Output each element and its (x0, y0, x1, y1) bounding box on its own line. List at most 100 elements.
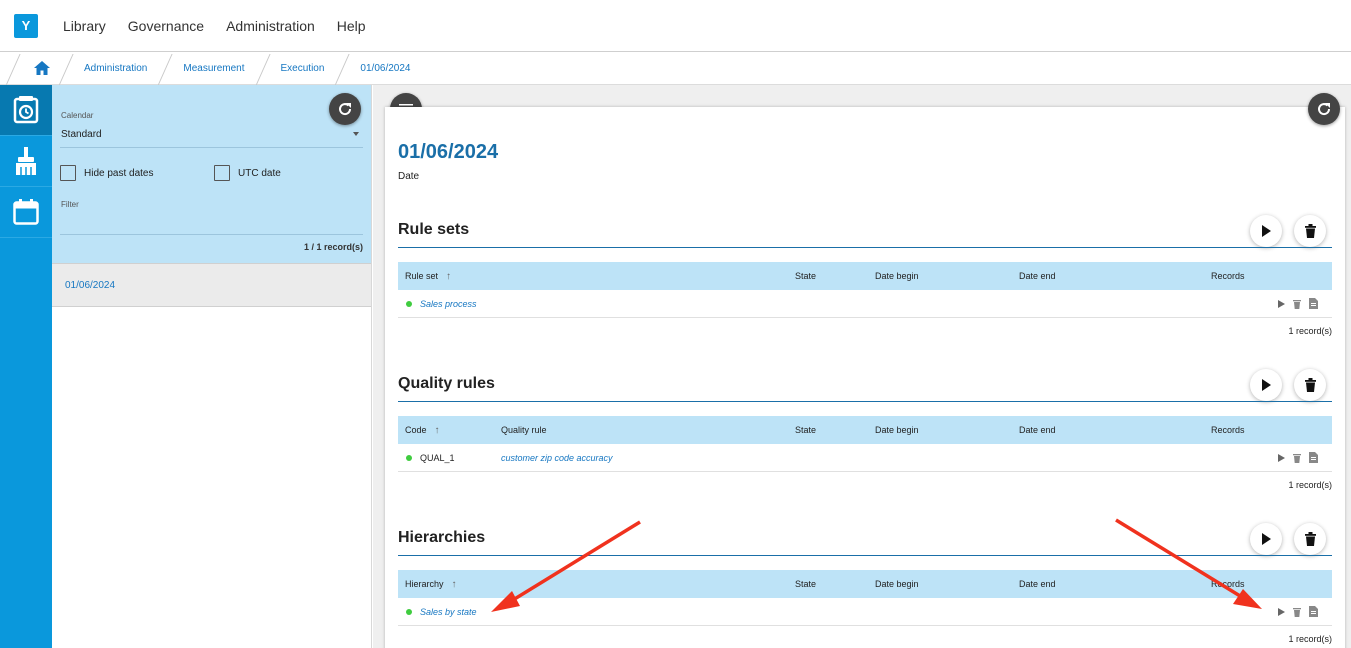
app-logo[interactable]: Y (14, 13, 38, 38)
utc-date-checkbox[interactable]: UTC date (214, 165, 281, 181)
table-header: Hierarchy ↑ State Date begin Date end Rec… (398, 570, 1332, 598)
section-divider (398, 401, 1332, 402)
list-item-date[interactable]: 01/06/2024 (52, 263, 371, 307)
trash-icon[interactable] (1293, 299, 1301, 309)
delete-quality-rules-button[interactable] (1294, 369, 1326, 401)
trash-icon (1304, 224, 1316, 238)
menu-library[interactable]: Library (52, 18, 117, 34)
detail-title: 01/06/2024 (398, 141, 499, 163)
breadcrumb-administration[interactable]: Administration (64, 52, 163, 85)
panel-refresh-button[interactable] (329, 93, 361, 125)
section-title: Quality rules (398, 375, 495, 392)
column-header-quality-rule[interactable]: Quality rule (501, 425, 547, 435)
column-header-code[interactable]: Code ↑ (405, 425, 440, 436)
column-header-date-begin[interactable]: Date begin (875, 425, 919, 435)
column-header-date-begin[interactable]: Date begin (875, 579, 919, 589)
column-header-records[interactable]: Records (1211, 425, 1245, 435)
column-label: Hierarchy (405, 579, 444, 589)
column-header-rule-set[interactable]: Rule set ↑ (405, 271, 451, 282)
main-content: 01/06/2024 Date Rule sets Rule set ↑ Stat… (373, 85, 1351, 648)
hide-past-dates-checkbox[interactable]: Hide past dates (60, 165, 154, 181)
sort-ascending-icon[interactable]: ↑ (452, 579, 457, 590)
home-icon (34, 61, 50, 75)
column-header-state[interactable]: State (795, 425, 816, 435)
column-header-hierarchy[interactable]: Hierarchy ↑ (405, 579, 457, 590)
play-icon[interactable] (1278, 607, 1285, 616)
calendar-panel: Calendar Standard Hide past dates UTC da… (52, 85, 372, 648)
top-bar: Y Library Governance Administration Help (0, 0, 1351, 52)
detail-refresh-button[interactable] (1308, 93, 1340, 125)
column-header-records[interactable]: Records (1211, 579, 1245, 589)
play-icon[interactable] (1278, 299, 1285, 308)
menu-administration[interactable]: Administration (215, 18, 326, 34)
status-dot (406, 455, 412, 461)
breadcrumb-execution[interactable]: Execution (261, 52, 341, 85)
checkbox-box[interactable] (214, 165, 230, 181)
refresh-icon (339, 103, 352, 116)
calendar-select[interactable]: Standard (60, 127, 363, 148)
breadcrumb-measurement[interactable]: Measurement (163, 52, 260, 85)
calendar-icon (13, 199, 39, 225)
utc-date-label: UTC date (238, 167, 281, 179)
record-count: 1 record(s) (1288, 326, 1332, 336)
table-row: QUAL_1 customer zip code accuracy (398, 444, 1332, 472)
menu-help[interactable]: Help (326, 18, 377, 34)
document-icon[interactable] (1309, 452, 1318, 463)
quality-rule-link[interactable]: customer zip code accuracy (501, 453, 613, 463)
breadcrumb-home[interactable] (0, 52, 64, 85)
table-header: Code ↑ Quality rule State Date begin Date… (398, 416, 1332, 444)
menu-governance[interactable]: Governance (117, 18, 215, 34)
rail-measurement[interactable] (0, 85, 52, 136)
record-count: 1 record(s) (1288, 480, 1332, 490)
document-icon[interactable] (1309, 606, 1318, 617)
detail-card: 01/06/2024 Date Rule sets Rule set ↑ Stat… (385, 107, 1345, 648)
row-actions (1278, 298, 1318, 309)
section-divider (398, 247, 1332, 248)
column-header-date-end[interactable]: Date end (1019, 271, 1056, 281)
sort-ascending-icon[interactable]: ↑ (435, 425, 440, 436)
trash-icon (1304, 532, 1316, 546)
column-label: Rule set (405, 271, 439, 281)
refresh-icon (1318, 103, 1331, 116)
play-icon[interactable] (1278, 453, 1285, 462)
run-quality-rules-button[interactable] (1250, 369, 1282, 401)
rule-set-link[interactable]: Sales process (420, 299, 477, 309)
trash-icon[interactable] (1293, 607, 1301, 617)
run-rule-sets-button[interactable] (1250, 215, 1282, 247)
status-dot (406, 301, 412, 307)
column-header-date-end[interactable]: Date end (1019, 579, 1056, 589)
calendar-label: Calendar (61, 111, 94, 120)
hierarchy-link[interactable]: Sales by state (420, 607, 477, 617)
column-header-records[interactable]: Records (1211, 271, 1245, 281)
rail-cleaning[interactable] (0, 136, 52, 187)
play-icon (1262, 533, 1271, 545)
cleaning-brush-icon (16, 147, 36, 175)
filter-label: Filter (61, 200, 79, 209)
run-hierarchies-button[interactable] (1250, 523, 1282, 555)
breadcrumb-current-date[interactable]: 01/06/2024 (340, 52, 426, 85)
calendar-selected-value: Standard (61, 129, 102, 140)
section-title: Rule sets (398, 221, 470, 238)
section-divider (398, 555, 1332, 556)
play-icon (1262, 379, 1271, 391)
detail-subtitle: Date (398, 171, 420, 182)
play-icon (1262, 225, 1271, 237)
column-header-date-begin[interactable]: Date begin (875, 271, 919, 281)
status-dot (406, 609, 412, 615)
column-label: Code (405, 425, 427, 435)
column-header-date-end[interactable]: Date end (1019, 425, 1056, 435)
checkbox-box[interactable] (60, 165, 76, 181)
sort-ascending-icon[interactable]: ↑ (446, 271, 451, 282)
measurement-icon (13, 96, 39, 124)
row-actions (1278, 606, 1318, 617)
delete-hierarchies-button[interactable] (1294, 523, 1326, 555)
rail-calendar[interactable] (0, 187, 52, 238)
filter-input[interactable] (60, 213, 363, 235)
section-title: Hierarchies (398, 529, 486, 546)
column-header-state[interactable]: State (795, 271, 816, 281)
trash-icon[interactable] (1293, 453, 1301, 463)
delete-rule-sets-button[interactable] (1294, 215, 1326, 247)
column-header-state[interactable]: State (795, 579, 816, 589)
document-icon[interactable] (1309, 298, 1318, 309)
record-count: 1 record(s) (1288, 634, 1332, 644)
